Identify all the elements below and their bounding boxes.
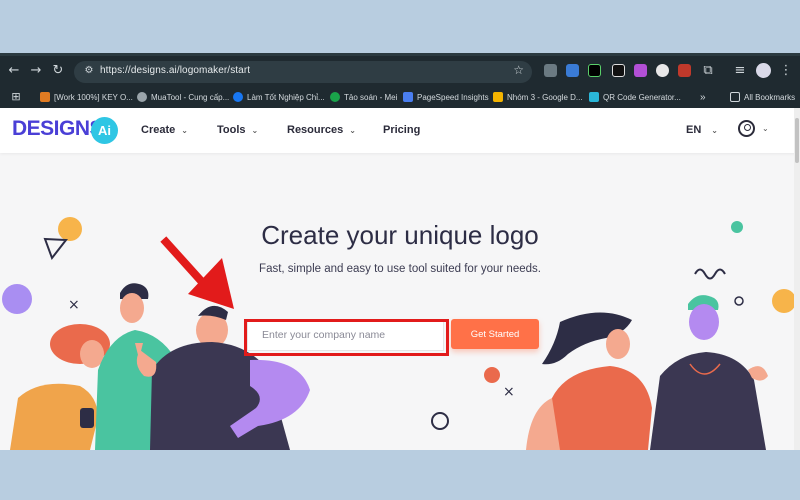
favicon-icon [403,92,413,102]
chevron-down-icon: ⌄ [181,126,188,135]
nav-resources-label: Resources [287,124,344,136]
forward-icon[interactable]: → [28,63,44,79]
decor-cross-icon: × [68,297,80,313]
decor-cross-icon: × [503,384,515,400]
folder-icon [730,92,740,102]
address-bar[interactable]: ⚙ https://designs.ai/logomaker/start ☆ [74,61,532,83]
bookmarks-bar: ⊞ [Work 100%] KEY O... MuaTool - Cung cấ… [0,86,800,108]
favicon-icon [137,92,147,102]
extensions-icon[interactable]: ⧉ [700,63,716,79]
get-started-button[interactable]: Get Started [451,319,539,349]
company-name-input[interactable] [247,319,444,351]
bookmarks-overflow[interactable]: » [700,90,706,104]
hero-subtitle: Fast, simple and easy to use tool suited… [259,263,541,275]
bookmark-item[interactable]: QR Code Generator... [589,90,681,104]
decor-circle-icon [2,284,32,314]
profile-avatar-icon[interactable] [756,63,771,78]
favicon-icon [330,92,340,102]
chevron-down-icon[interactable]: ⌄ [762,124,769,133]
facebook-icon [233,92,243,102]
reload-icon[interactable]: ↻ [50,63,66,79]
extension-icon[interactable] [612,64,625,77]
bookmark-label: QR Code Generator... [603,92,681,102]
language-label: EN [686,124,702,136]
browser-window: ← → ↻ ⚙ https://designs.ai/logomaker/sta… [0,53,800,450]
nav-tools[interactable]: Tools ⌄ [217,124,258,136]
chevron-down-icon: ⌄ [711,126,718,135]
bookmark-item[interactable]: Tảo soán - Mei [330,90,397,104]
nav-create[interactable]: Create ⌄ [141,124,188,136]
back-icon[interactable]: ← [6,63,22,79]
extension-icon[interactable] [544,64,557,77]
site-header: DESIGNS. Ai Create ⌄ Tools ⌄ Resources ⌄ Pr… [0,108,800,153]
language-selector[interactable]: EN ⌄ [686,124,718,136]
person-illustration [650,295,768,450]
annotation-arrow-icon [160,236,234,309]
url-text: https://designs.ai/logomaker/start [100,65,251,76]
chevron-down-icon: ⌄ [349,126,356,135]
hero-illustration: × × [2,217,796,450]
decor-circle-icon [484,367,500,383]
scrollbar-thumb[interactable] [795,118,799,163]
nav-pricing[interactable]: Pricing [383,124,420,136]
browser-toolbar: ← → ↻ ⚙ https://designs.ai/logomaker/sta… [0,53,800,86]
bookmark-label: MuaTool - Cung cấp... [151,92,230,102]
bookmark-label: PageSpeed Insights [417,92,489,102]
extension-icon[interactable] [656,64,669,77]
all-bookmarks-label: All Bookmarks [744,92,796,102]
bookmark-item[interactable]: [Work 100%] KEY O... [40,90,133,104]
favicon-icon [40,92,50,102]
decor-ring-icon [431,412,449,430]
hero-title: Create your unique logo [261,220,539,250]
person-illustration [526,312,652,450]
bookmark-item[interactable]: PageSpeed Insights [403,90,489,104]
nav-resources[interactable]: Resources ⌄ [287,124,356,136]
user-account-icon[interactable] [738,120,755,137]
extension-icon[interactable] [566,64,579,77]
extension-icon[interactable] [678,64,691,77]
extension-icon[interactable] [588,64,601,77]
bookmark-item[interactable]: Làm Tốt Nghiệp Chỉ... [233,90,325,104]
nav-tools-label: Tools [217,124,246,136]
bookmark-label: Làm Tốt Nghiệp Chỉ... [247,92,325,102]
decor-circle-icon [772,289,796,313]
bookmark-item[interactable]: Nhóm 3 - Google D... [493,90,583,104]
decor-ring-icon [734,296,744,306]
bookmark-label: Tảo soán - Mei [344,92,398,102]
bookmark-star-icon[interactable]: ☆ [513,63,524,77]
page-content: × × DESIGNS. Ai Create ⌄ Tools ⌄ Resourc… [0,108,800,450]
person-illustration [10,324,110,450]
bookmark-label: Nhóm 3 - Google D... [507,92,583,102]
extension-icon[interactable] [634,64,647,77]
favicon-icon [589,92,599,102]
page-scrollbar[interactable] [794,108,800,450]
menu-icon[interactable]: ⋮ [778,63,794,79]
all-bookmarks[interactable]: All Bookmarks [730,90,795,104]
google-drive-icon [493,92,503,102]
apps-grid-icon[interactable]: ⊞ [8,89,24,105]
chevron-down-icon: ⌄ [251,126,259,135]
logo-badge[interactable]: Ai [91,117,118,144]
reading-list-icon[interactable]: ≡ [732,63,748,79]
nav-create-label: Create [141,124,176,136]
site-settings-icon[interactable]: ⚙ [82,64,96,78]
bookmark-item[interactable]: MuaTool - Cung cấp... [137,90,229,104]
bookmark-label: [Work 100%] KEY O... [54,92,133,102]
